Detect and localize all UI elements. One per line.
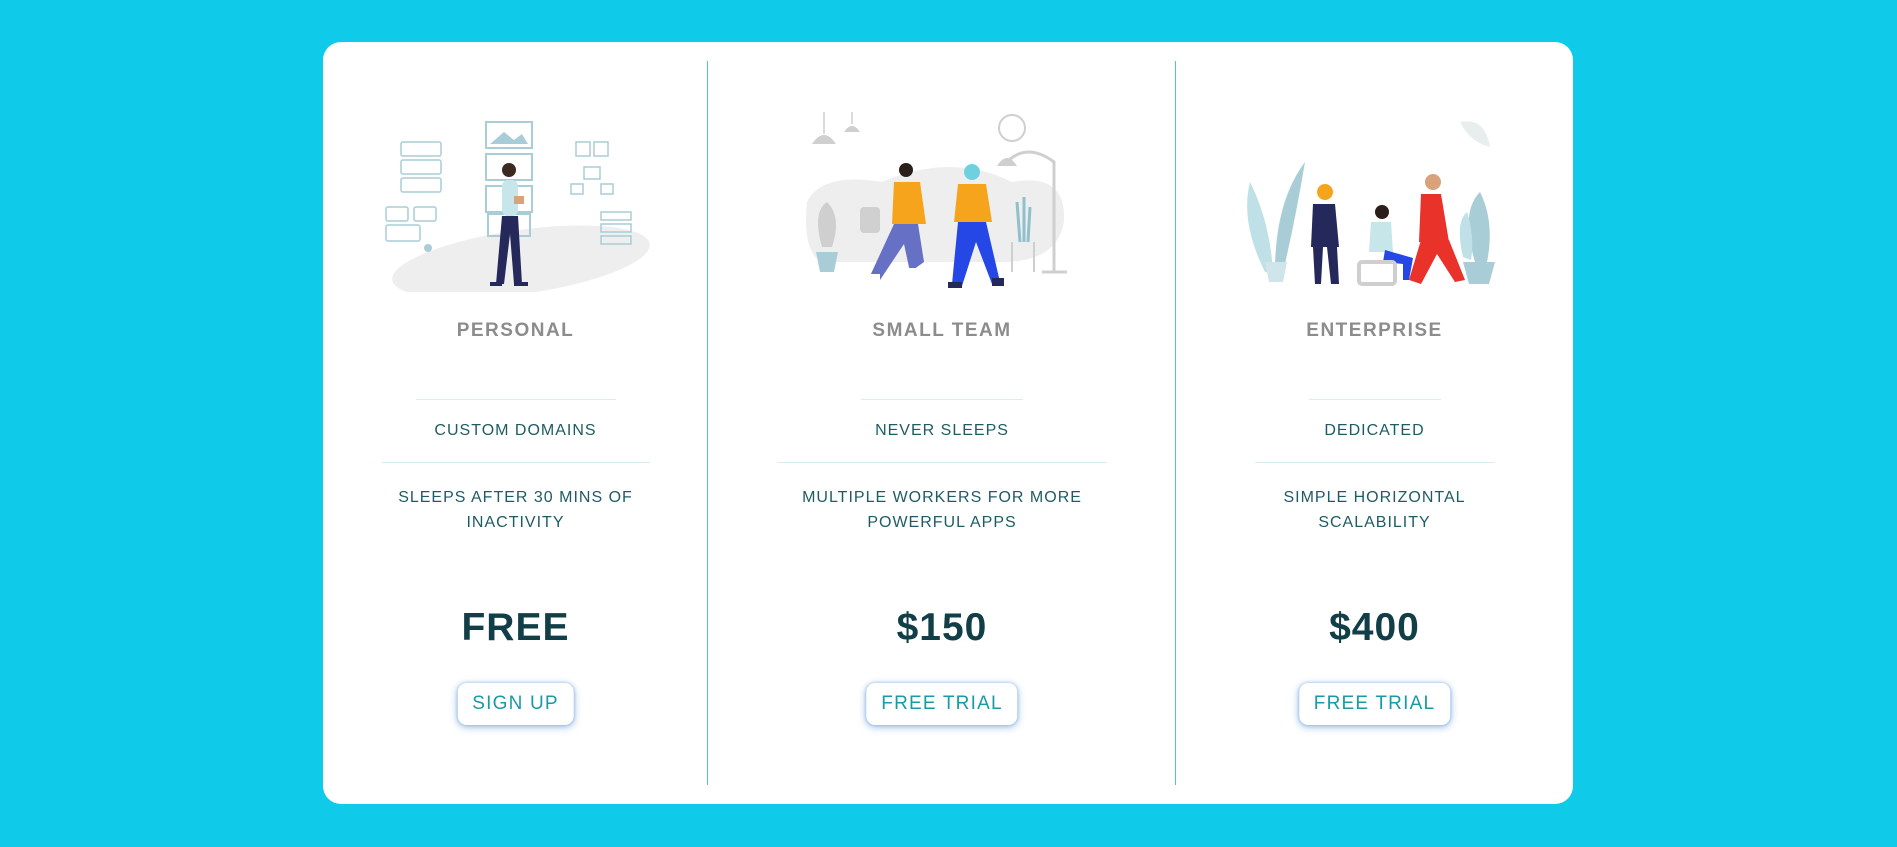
feature-primary: CUSTOM DOMAINS <box>434 422 597 439</box>
divider-line <box>1254 462 1495 463</box>
plan-column-enterprise: ENTERPRISE DEDICATED SIMPLE HORIZONTAL S… <box>1176 42 1573 804</box>
two-people-walking-illustration <box>806 112 1067 288</box>
feature-secondary: MULTIPLE WORKERS FOR MORE POWERFUL APPS <box>802 489 1082 531</box>
divider-line <box>1308 399 1441 400</box>
feature-primary: NEVER SLEEPS <box>875 422 1009 439</box>
plan-price: $400 <box>1329 606 1420 649</box>
feature-primary: DEDICATED <box>1324 422 1425 439</box>
feature-secondary: SIMPLE HORIZONTAL SCALABILITY <box>1283 489 1466 531</box>
feature-secondary: SLEEPS AFTER 30 MINS OF INACTIVITY <box>398 489 633 531</box>
plan-name: ENTERPRISE <box>1306 320 1443 341</box>
person-browsing-ui-illustration <box>384 121 650 292</box>
free-trial-button[interactable]: FREE TRIAL <box>1298 683 1451 725</box>
pricing-card: PERSONAL CUSTOM DOMAINS SLEEPS AFTER 30 … <box>323 42 1573 804</box>
divider-line <box>381 462 650 463</box>
plan-price: FREE <box>461 606 570 649</box>
divider-line <box>777 462 1107 463</box>
plan-price: $150 <box>896 606 988 649</box>
sign-up-button[interactable]: SIGN UP <box>457 683 574 725</box>
team-meeting-illustration <box>1246 121 1495 286</box>
plan-column-personal: PERSONAL CUSTOM DOMAINS SLEEPS AFTER 30 … <box>323 42 708 804</box>
plan-name: PERSONAL <box>456 320 575 341</box>
divider-line <box>861 399 1023 400</box>
divider-line <box>415 399 616 400</box>
free-trial-button[interactable]: FREE TRIAL <box>866 683 1018 725</box>
plan-name: SMALL TEAM <box>872 320 1012 341</box>
plan-column-small-team: SMALL TEAM NEVER SLEEPS MULTIPLE WORKERS… <box>708 42 1176 804</box>
